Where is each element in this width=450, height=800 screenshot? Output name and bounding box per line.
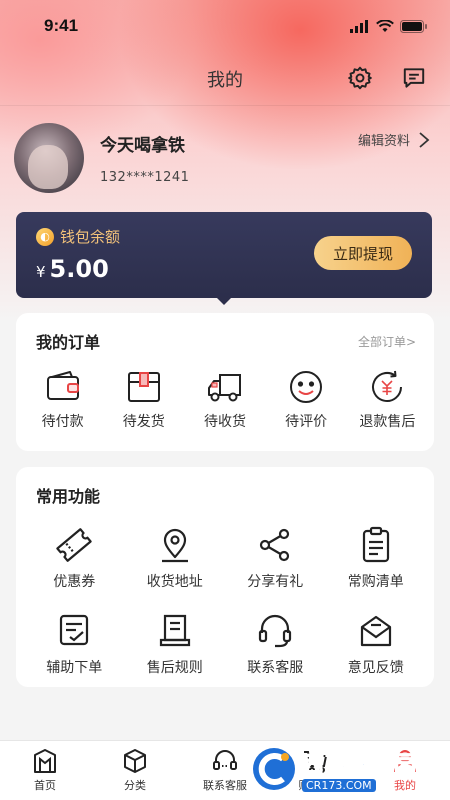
balance-amount: 5.00	[49, 255, 109, 283]
messages-button[interactable]	[400, 64, 428, 92]
battery-icon	[400, 19, 427, 33]
tab-home[interactable]: 首页	[5, 747, 85, 793]
profile-section[interactable]: 今天喝拿铁 132****1241 编辑资料	[14, 118, 436, 198]
functions-title: 常用功能	[36, 487, 101, 506]
signal-icon	[350, 19, 368, 33]
func-assisted-order[interactable]: 辅助下单	[24, 611, 125, 677]
coupon-icon	[56, 528, 92, 562]
chevron-right-icon	[419, 131, 430, 148]
nav-bar: 我的	[0, 52, 450, 106]
phone-number: 132****1241	[100, 170, 190, 185]
func-frequent-list[interactable]: 常购清单	[326, 525, 427, 591]
currency-symbol: ¥	[36, 263, 46, 281]
settings-button[interactable]	[346, 64, 374, 92]
wallet-title: 钱包余额	[60, 228, 121, 246]
order-pending-shipment[interactable]: 待发货	[104, 369, 184, 431]
func-address[interactable]: 收货地址	[125, 525, 226, 591]
order-pending-review[interactable]: 待评价	[266, 369, 346, 431]
func-feedback[interactable]: 意见反馈	[326, 611, 427, 677]
headset-icon	[213, 750, 237, 770]
page-title: 我的	[207, 69, 243, 91]
status-icons	[350, 19, 428, 33]
status-bar: 9:41	[0, 0, 450, 52]
location-icon	[161, 528, 188, 563]
func-coupons[interactable]: 优惠券	[24, 525, 125, 591]
order-pending-payment[interactable]: 待付款	[23, 369, 103, 431]
common-functions-card: 常用功能 优惠券 收货地址 分享有礼 常购清单 辅助下单 售后规则 联系客服 意…	[16, 467, 434, 687]
clipboard-icon	[362, 526, 389, 563]
withdraw-button[interactable]: 立即提现	[314, 236, 412, 270]
smile-icon	[290, 371, 323, 403]
coin-icon: ◐	[36, 227, 54, 246]
headset-icon	[259, 614, 292, 648]
func-customer-service[interactable]: 联系客服	[225, 611, 326, 677]
cart-icon	[304, 751, 328, 773]
tab-cart[interactable]: 购物车	[275, 747, 355, 793]
edit-note-icon	[60, 614, 89, 646]
truck-icon	[207, 374, 241, 402]
refund-icon	[372, 370, 403, 402]
wallet-card: ◐ 钱包余额 ¥ 5.00 立即提现	[16, 212, 432, 305]
avatar[interactable]	[14, 123, 84, 193]
user-icon	[394, 750, 416, 773]
message-icon	[403, 68, 425, 88]
edit-profile-label: 编辑资料	[357, 134, 410, 149]
tab-category[interactable]: 分类	[95, 747, 175, 793]
wifi-icon	[376, 19, 394, 32]
home-icon	[34, 749, 56, 773]
document-icon	[159, 614, 190, 647]
orders-card: 我的订单 全部订单> 待付款 待发货 待收货 待评价 退款售后	[16, 313, 434, 451]
order-refund[interactable]: 退款售后	[347, 369, 427, 431]
gear-icon	[348, 66, 372, 90]
all-orders-link[interactable]: 全部订单>	[358, 333, 416, 350]
category-icon	[124, 749, 146, 773]
wallet-icon	[46, 371, 79, 400]
tab-mine[interactable]: 我的	[365, 747, 445, 793]
order-pending-receipt[interactable]: 待收货	[185, 369, 265, 431]
func-after-sales-rules[interactable]: 售后规则	[125, 611, 226, 677]
func-share[interactable]: 分享有礼	[225, 525, 326, 591]
mail-icon	[360, 615, 391, 647]
orders-title: 我的订单	[36, 333, 101, 352]
package-icon	[127, 372, 160, 402]
status-time: 9:41	[44, 16, 79, 35]
bottom-tab-bar: 首页 分类 联系客服 购物车 我的	[0, 740, 450, 800]
edit-profile-button[interactable]: 编辑资料	[358, 130, 430, 149]
tab-customer-service[interactable]: 联系客服	[185, 747, 265, 793]
share-icon	[260, 528, 290, 562]
